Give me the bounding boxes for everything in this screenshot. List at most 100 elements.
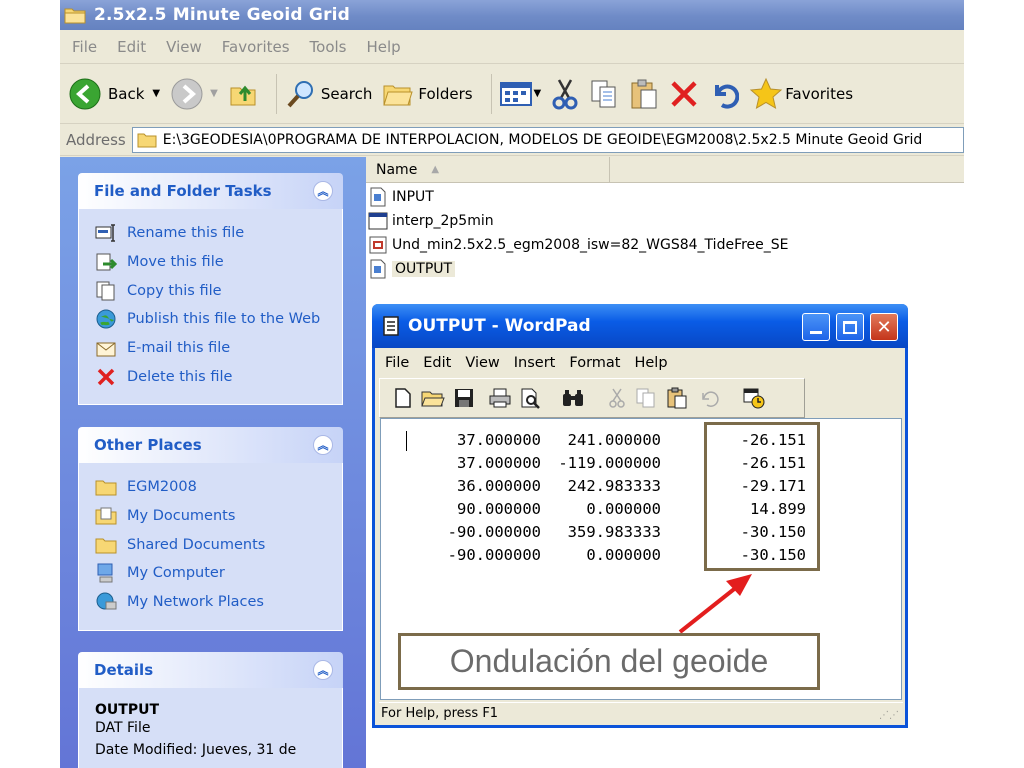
cut-scissors-icon: [608, 387, 626, 409]
new-document-icon[interactable]: [394, 387, 412, 409]
forward-button[interactable]: ▼: [170, 77, 218, 111]
save-disk-icon[interactable]: [454, 388, 474, 408]
wp-menu-view[interactable]: View: [465, 355, 499, 371]
address-field[interactable]: E:\3GEODESIA\0PROGRAMA DE INTERPOLACION,…: [131, 126, 964, 153]
file-item-grid[interactable]: Und_min2.5x2.5_egm2008_isw=82_WGS84_Tide…: [368, 233, 789, 257]
task-rename[interactable]: Rename this file: [95, 219, 332, 248]
place-my-network[interactable]: My Network Places: [95, 588, 332, 617]
close-icon: ✕: [876, 316, 892, 338]
task-delete[interactable]: Delete this file: [95, 362, 332, 391]
wordpad-toolbar: [379, 378, 805, 418]
explorer-title-bar[interactable]: 2.5x2.5 Minute Geoid Grid: [60, 0, 964, 30]
longitude-value: 0.000000: [586, 546, 661, 564]
panel-body: Rename this file Move this file Copy thi…: [78, 209, 343, 405]
name-column-label: Name: [376, 161, 418, 178]
task-publish[interactable]: Publish this file to the Web: [95, 305, 332, 334]
paste-clipboard-icon[interactable]: [666, 387, 688, 409]
wp-menu-help[interactable]: Help: [634, 355, 667, 371]
print-preview-icon[interactable]: [520, 387, 542, 409]
documents-icon: [95, 507, 117, 525]
explorer-toolbar: Back ▼ ▼ Search Folders ▼ Favorites: [60, 64, 964, 124]
task-move[interactable]: Move this file: [95, 248, 332, 277]
undo-button[interactable]: [709, 79, 740, 109]
file-item-interp[interactable]: interp_2p5min: [368, 209, 494, 233]
folders-label: Folders: [418, 84, 473, 103]
collapse-chevron-icon[interactable]: ︽: [313, 181, 333, 201]
place-label: My Computer: [127, 565, 225, 582]
delete-icon: [95, 367, 117, 387]
wp-menu-file[interactable]: File: [385, 355, 409, 371]
cut-button[interactable]: [551, 78, 579, 110]
task-copy[interactable]: Copy this file: [95, 276, 332, 305]
panel-header[interactable]: Details ︽: [78, 652, 343, 688]
back-button[interactable]: Back ▼: [68, 77, 160, 111]
place-label: EGM2008: [127, 479, 197, 496]
file-name: Und_min2.5x2.5_egm2008_isw=82_WGS84_Tide…: [392, 237, 789, 253]
folder-icon: [137, 132, 157, 148]
explorer-title: 2.5x2.5 Minute Geoid Grid: [94, 5, 351, 25]
file-item-output[interactable]: OUTPUT: [368, 257, 456, 281]
rename-icon: [95, 224, 117, 243]
menu-favorites[interactable]: Favorites: [222, 38, 290, 56]
menu-file[interactable]: File: [72, 38, 97, 56]
wp-menu-format[interactable]: Format: [569, 355, 620, 371]
paste-button[interactable]: [629, 78, 659, 110]
open-folder-icon[interactable]: [421, 387, 445, 409]
search-button[interactable]: Search: [285, 78, 372, 110]
place-egm2008[interactable]: EGM2008: [95, 473, 332, 502]
task-email[interactable]: E-mail this file: [95, 334, 332, 363]
minimize-button[interactable]: [802, 313, 830, 341]
collapse-chevron-icon[interactable]: ︽: [313, 435, 333, 455]
panel-header[interactable]: Other Places ︽: [78, 427, 343, 463]
views-icon: [499, 81, 532, 107]
wp-menu-insert[interactable]: Insert: [514, 355, 556, 371]
copy-button[interactable]: [589, 78, 619, 110]
menu-edit[interactable]: Edit: [117, 38, 146, 56]
favorites-button[interactable]: Favorites: [749, 77, 853, 111]
move-icon: [95, 252, 117, 272]
views-button[interactable]: ▼: [499, 81, 542, 107]
menu-view[interactable]: View: [166, 38, 202, 56]
back-label: Back: [108, 84, 145, 103]
address-bar: Address E:\3GEODESIA\0PROGRAMA DE INTERP…: [60, 124, 964, 156]
copy-pages-icon: [635, 387, 657, 409]
place-label: Shared Documents: [127, 536, 266, 553]
place-label: My Network Places: [127, 594, 264, 611]
date-time-icon[interactable]: [742, 387, 766, 409]
file-item-input[interactable]: INPUT: [368, 185, 434, 209]
task-label: Publish this file to the Web: [127, 311, 321, 328]
menu-help[interactable]: Help: [367, 38, 401, 56]
menu-tools[interactable]: Tools: [310, 38, 347, 56]
annotation-callout: Ondulación del geoide: [398, 633, 820, 690]
latitude-value: 37.000000: [457, 454, 541, 472]
back-dropdown-icon[interactable]: ▼: [152, 88, 160, 99]
name-column-header[interactable]: Name ▲: [366, 156, 610, 183]
grid-file-icon: [368, 236, 388, 254]
place-my-computer[interactable]: My Computer: [95, 559, 332, 588]
undo-arrow-icon: [697, 388, 719, 408]
longitude-value: -119.000000: [558, 454, 661, 472]
folders-button[interactable]: Folders: [382, 79, 473, 109]
find-binoculars-icon[interactable]: [561, 388, 585, 408]
wp-menu-edit[interactable]: Edit: [423, 355, 451, 371]
latitude-value: 36.000000: [457, 477, 541, 495]
print-icon[interactable]: [489, 388, 511, 408]
close-button[interactable]: ✕: [870, 313, 898, 341]
place-my-documents[interactable]: My Documents: [95, 502, 332, 531]
details-file-name: OUTPUT: [95, 702, 159, 718]
maximize-button[interactable]: [836, 313, 864, 341]
delete-button[interactable]: [669, 79, 699, 109]
resize-grip-icon[interactable]: ⋰⋰: [879, 710, 899, 721]
status-text: For Help, press F1: [381, 706, 499, 721]
annotation-text: Ondulación del geoide: [449, 643, 769, 679]
up-folder-icon: [228, 79, 258, 109]
place-shared-documents[interactable]: Shared Documents: [95, 530, 332, 559]
longitude-value: 242.983333: [567, 477, 661, 495]
favorites-label: Favorites: [785, 84, 854, 103]
up-folder-button[interactable]: [228, 79, 258, 109]
collapse-chevron-icon[interactable]: ︽: [313, 660, 333, 680]
views-dropdown-icon[interactable]: ▼: [534, 88, 542, 99]
forward-dropdown-icon[interactable]: ▼: [210, 88, 218, 99]
panel-header[interactable]: File and Folder Tasks ︽: [78, 173, 343, 209]
wordpad-title-bar[interactable]: OUTPUT - WordPad ✕: [372, 304, 908, 348]
